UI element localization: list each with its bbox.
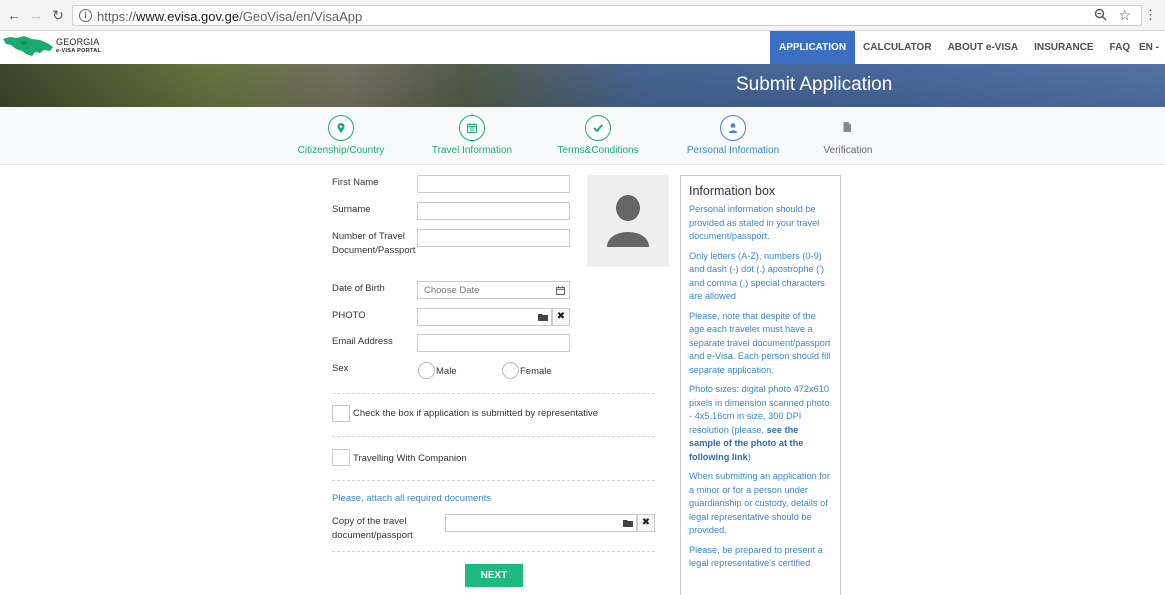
photo-label: PHOTO xyxy=(332,310,366,321)
georgia-map-logo-icon[interactable] xyxy=(2,33,54,59)
avatar-placeholder-icon xyxy=(607,195,649,247)
zoom-icon[interactable] xyxy=(1094,8,1107,24)
logo-line-2: e-VISA PORTAL xyxy=(56,48,102,54)
attach-documents-note: Please, attach all required documents xyxy=(332,493,491,504)
first-name-label: First Name xyxy=(332,177,379,188)
nav-application[interactable]: APPLICATION xyxy=(770,31,856,64)
step-travel-information[interactable]: Travel Information xyxy=(412,115,532,156)
url-text: https://www.evisa.gov.ge/GeoVisa/en/Visa… xyxy=(97,9,362,24)
step-label: Travel Information xyxy=(431,145,513,156)
surname-label: Surname xyxy=(332,204,371,215)
date-of-birth-label: Date of Birth xyxy=(332,283,385,294)
forward-arrow-icon[interactable]: → xyxy=(28,7,44,23)
document-icon xyxy=(835,115,861,141)
main-nav: APPLICATION CALCULATOR ABOUT e-VISA INSU… xyxy=(770,31,1138,64)
progress-steps: Citizenship/Country Travel Information T… xyxy=(0,107,1165,165)
info-paragraph: Photo sizes: digital photo 472x610 pixel… xyxy=(689,383,832,464)
email-input[interactable] xyxy=(417,334,570,352)
information-box: Information box Personal information sho… xyxy=(680,175,841,595)
step-label: Citizenship/Country xyxy=(297,145,385,156)
date-of-birth-placeholder: Choose Date xyxy=(424,285,480,296)
email-label: Email Address xyxy=(332,336,393,347)
info-paragraph: Only letters (A-Z), numbers (0-9) and da… xyxy=(689,250,825,302)
copy-document-clear-button[interactable]: ✖ xyxy=(637,514,655,532)
first-name-input[interactable] xyxy=(417,175,570,193)
sex-male-radio[interactable] xyxy=(418,362,435,379)
step-verification[interactable]: Verification xyxy=(788,115,908,156)
companion-checkbox[interactable] xyxy=(332,449,350,466)
site-header: GEORGIA e-VISA PORTAL APPLICATION CALCUL… xyxy=(0,31,1165,64)
sex-female-radio[interactable] xyxy=(502,362,519,379)
calendar-icon[interactable] xyxy=(556,286,565,295)
back-arrow-icon[interactable]: ← xyxy=(6,7,22,23)
step-label: Verification xyxy=(823,145,873,156)
info-paragraph: Personal information should be provided … xyxy=(689,204,820,241)
representative-checkbox[interactable] xyxy=(332,405,350,422)
photo-preview xyxy=(587,175,669,267)
divider xyxy=(332,480,655,481)
nav-about-evisa[interactable]: ABOUT e-VISA xyxy=(940,31,1027,64)
step-label: Terms&Conditions xyxy=(557,145,639,156)
language-selector[interactable]: EN - xyxy=(1139,31,1159,64)
info-paragraph: Please, note that despite of the age eac… xyxy=(689,310,831,375)
copy-document-file-input[interactable] xyxy=(445,514,637,532)
surname-input[interactable] xyxy=(417,202,570,220)
divider xyxy=(332,436,655,437)
url-host: www.evisa.gov.ge xyxy=(136,9,240,24)
page-title: Submit Application xyxy=(736,74,893,95)
reload-icon[interactable]: ↻ xyxy=(50,7,66,23)
page-banner: Submit Application xyxy=(0,64,1165,107)
browser-menu-icon[interactable]: ⋮ xyxy=(1144,7,1157,23)
nav-calculator[interactable]: CALCULATOR xyxy=(855,31,940,64)
folder-icon[interactable] xyxy=(623,519,633,527)
browser-toolbar: ← → ↻ i https://www.evisa.gov.ge/GeoVisa… xyxy=(0,0,1165,31)
url-scheme: https:// xyxy=(97,9,137,24)
representative-label[interactable]: Check the box if application is submitte… xyxy=(353,408,598,419)
divider xyxy=(332,551,655,552)
sex-male-label[interactable]: Male xyxy=(436,366,457,377)
document-number-label: Number of Travel Document/Passport xyxy=(332,231,416,256)
next-button[interactable]: NEXT xyxy=(465,564,523,587)
nav-faq[interactable]: FAQ xyxy=(1102,31,1139,64)
map-pin-icon xyxy=(328,115,354,141)
divider xyxy=(332,393,655,394)
companion-label[interactable]: Travelling With Companion xyxy=(353,453,467,464)
photo-file-input[interactable] xyxy=(417,308,552,326)
step-personal-information[interactable]: Personal Information xyxy=(673,115,793,156)
photo-clear-button[interactable]: ✖ xyxy=(552,308,570,326)
info-paragraph: Please, be prepared to present a legal r… xyxy=(689,544,823,569)
copy-document-label: Copy of the travel document/passport xyxy=(332,516,413,541)
step-citizenship[interactable]: Citizenship/Country xyxy=(281,115,401,156)
user-icon xyxy=(720,115,746,141)
address-bar[interactable]: i https://www.evisa.gov.ge/GeoVisa/en/Vi… xyxy=(72,5,1142,26)
check-icon xyxy=(585,115,611,141)
sex-female-label[interactable]: Female xyxy=(520,366,552,377)
logo-line-1: GEORGIA xyxy=(56,37,100,47)
bookmark-star-icon[interactable]: ☆ xyxy=(1118,7,1131,24)
document-number-input[interactable] xyxy=(417,229,570,247)
site-info-icon[interactable]: i xyxy=(79,9,92,22)
url-path: /GeoVisa/en/VisaApp xyxy=(239,9,363,24)
info-photo-text-end: ) xyxy=(747,451,751,462)
step-terms-conditions[interactable]: Terms&Conditions xyxy=(538,115,658,156)
logo-text[interactable]: GEORGIA e-VISA PORTAL xyxy=(56,37,101,54)
info-paragraph: When submitting an application for a min… xyxy=(689,471,830,535)
nav-insurance[interactable]: INSURANCE xyxy=(1026,31,1101,64)
date-of-birth-input[interactable]: Choose Date xyxy=(417,281,570,299)
sex-label: Sex xyxy=(332,363,349,374)
step-label: Personal Information xyxy=(686,145,780,156)
calendar-icon xyxy=(459,115,485,141)
information-box-title: Information box xyxy=(689,184,776,198)
folder-icon[interactable] xyxy=(538,313,548,321)
info-photo-text: Photo sizes: digital photo 472x610 pixel… xyxy=(689,384,830,435)
